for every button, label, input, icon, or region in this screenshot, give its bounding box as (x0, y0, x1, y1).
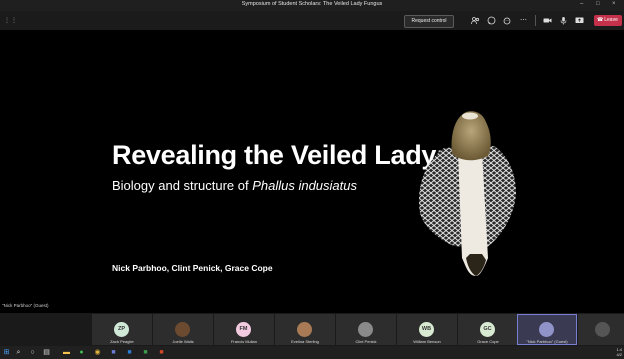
participant-name: William Benson (413, 339, 441, 344)
avatar (358, 322, 373, 337)
participant-strip: ZP Zach Peagler Joelle Walls FM Francis … (0, 313, 624, 346)
taskbar: ⊞ ⌕ ○ ▤ ▬ ● ◉ ■ ■ ■ ■ 1:4 4/2 (0, 346, 624, 359)
participant-name: "Nick Parbhoo" (Guest) (526, 339, 568, 344)
excel-icon[interactable]: ■ (141, 348, 150, 357)
avatar (595, 322, 610, 337)
participant-name: Evelina Sterling (291, 339, 319, 344)
slide-subtitle: Biology and structure of Phallus indusia… (112, 178, 357, 193)
share-screen-icon[interactable] (575, 16, 584, 25)
people-icon[interactable] (471, 16, 480, 25)
leave-label: Leave (604, 17, 618, 23)
avatar: GC (480, 322, 495, 337)
powerpoint-icon[interactable]: ■ (157, 348, 166, 357)
avatar: ZP (114, 322, 129, 337)
close-button[interactable]: × (612, 1, 616, 7)
participant-tile[interactable]: FM Francis Mullan (214, 314, 274, 345)
avatar: WB (419, 322, 434, 337)
species-name: Phallus indusiatus (252, 178, 357, 193)
clock-date: 4/2 (616, 352, 622, 357)
minimize-button[interactable]: – (580, 1, 583, 7)
avatar (175, 322, 190, 337)
title-bar: Symposium of Student Scholars: The Veile… (0, 0, 624, 11)
avatar (539, 322, 554, 337)
participant-tile[interactable] (578, 314, 624, 345)
participant-tile[interactable]: Evelina Sterling (275, 314, 335, 345)
camera-icon[interactable] (543, 16, 552, 25)
maximize-button[interactable]: □ (596, 1, 600, 7)
more-options-icon[interactable]: ⋯ (519, 16, 528, 25)
participant-name: Zach Peagler (110, 339, 134, 344)
meeting-toolbar: ⋮⋮ Request control ⋯ ☎Leave (0, 11, 624, 30)
leave-button[interactable]: ☎Leave (594, 15, 622, 26)
participant-name: Francis Mullan (230, 339, 257, 344)
system-clock[interactable]: 1:4 4/2 (616, 347, 622, 357)
presenter-label: "Nick Parbhoo" (Guest) (2, 303, 49, 308)
participant-tile[interactable]: ZP Zach Peagler (92, 314, 152, 345)
windows-start-icon[interactable]: ⊞ (2, 348, 11, 357)
veiled-lady-mushroom-image (419, 111, 516, 276)
react-icon[interactable] (503, 16, 512, 25)
task-view-icon[interactable]: ○ (28, 348, 37, 357)
participant-tile[interactable]: Joelle Walls (153, 314, 213, 345)
participant-tile-active[interactable]: "Nick Parbhoo" (Guest) (517, 314, 577, 345)
search-icon[interactable]: ⌕ (14, 348, 23, 357)
drag-handle-icon[interactable]: ⋮⋮ (4, 17, 18, 24)
participant-tile[interactable]: WB William Benson (397, 314, 457, 345)
avatar: FM (236, 322, 251, 337)
window-title: Symposium of Student Scholars: The Veile… (241, 1, 383, 7)
phone-icon: ☎ (597, 17, 604, 23)
chrome-browser-icon[interactable]: ◉ (93, 348, 102, 357)
participant-tile[interactable]: Clint Penick (336, 314, 396, 345)
avatar (297, 322, 312, 337)
toolbar-divider (535, 15, 536, 26)
microphone-icon[interactable] (559, 16, 568, 25)
participant-name: Grace Cope (477, 339, 499, 344)
slide-authors: Nick Parbhoo, Clint Penick, Grace Cope (112, 263, 273, 273)
word-icon[interactable]: ■ (125, 348, 134, 357)
request-control-button[interactable]: Request control (404, 15, 454, 28)
subtitle-text: Biology and structure of (112, 178, 253, 193)
participant-tile[interactable]: GC Grace Cope (458, 314, 518, 345)
chat-icon[interactable] (487, 16, 496, 25)
edge-browser-icon[interactable]: ● (77, 348, 86, 357)
participant-name: Joelle Walls (172, 339, 194, 344)
teams-icon[interactable]: ■ (109, 348, 118, 357)
participant-name: Clint Penick (355, 339, 377, 344)
slide-title: Revealing the Veiled Lady: (112, 140, 445, 170)
shared-slide: Revealing the Veiled Lady: Biology and s… (0, 30, 624, 310)
file-explorer-icon[interactable]: ▬ (62, 348, 71, 357)
widgets-icon[interactable]: ▤ (42, 348, 51, 357)
